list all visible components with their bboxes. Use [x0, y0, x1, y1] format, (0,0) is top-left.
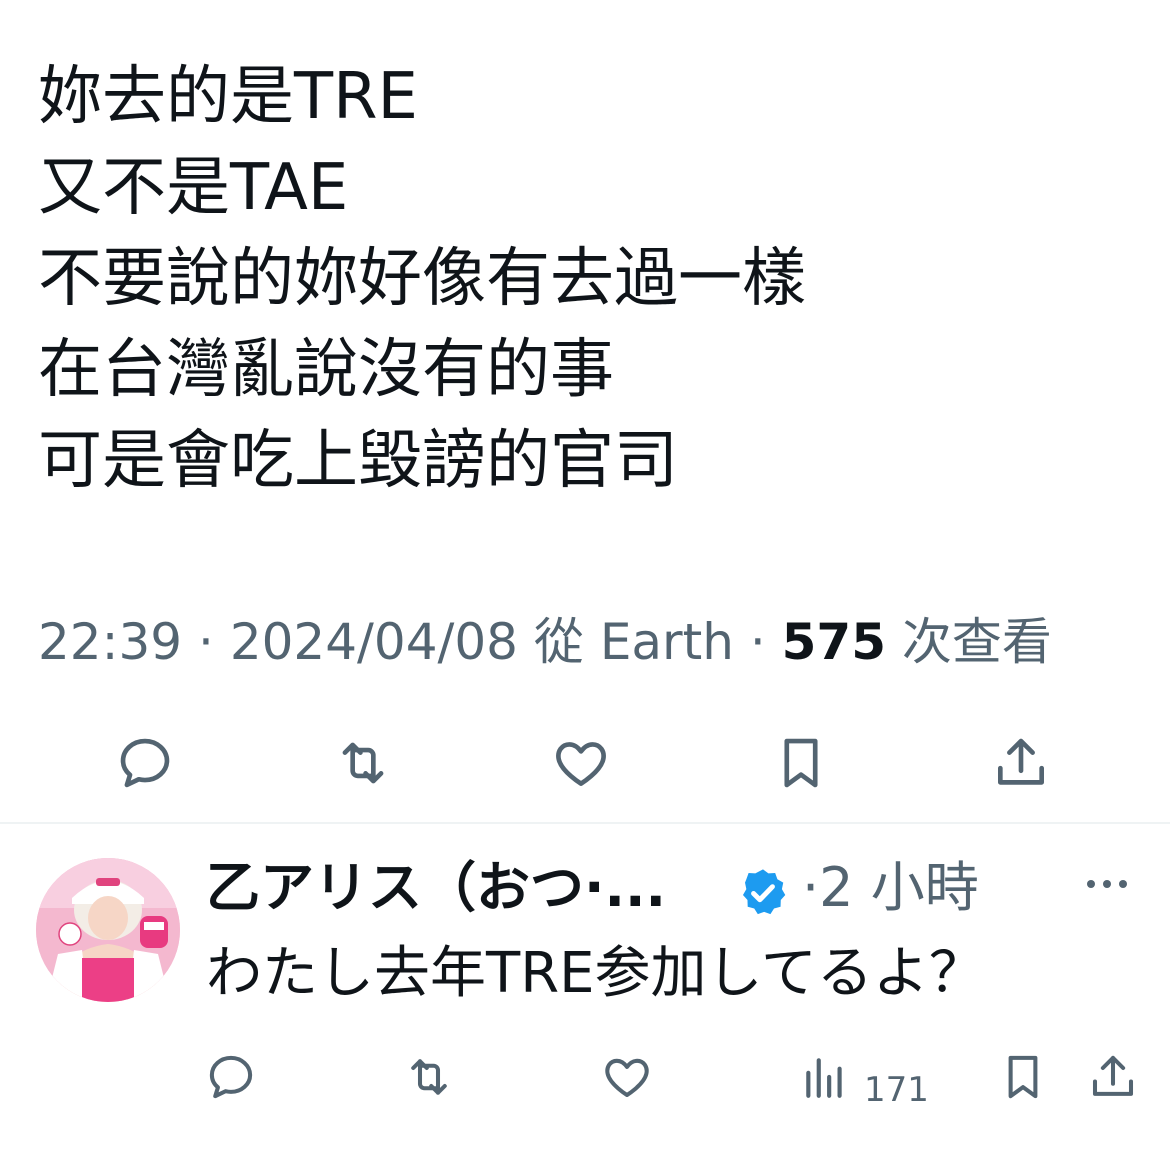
reply-time[interactable]: ·2 小時 [802, 848, 979, 928]
tweet-date[interactable]: 2024/04/08 [230, 613, 518, 671]
meta-separator: · [749, 613, 766, 671]
tweet-line: 在台灣亂說沒有的事 [38, 333, 614, 407]
retweet-icon[interactable] [400, 1050, 458, 1104]
reply-icon[interactable] [204, 1050, 258, 1104]
tweet-line: 不要說的妳好像有去過一樣 [38, 242, 806, 316]
reply-header: 乙アリス（おつ·... ·2 小時 [206, 848, 1026, 928]
reply-views-count: 171 [864, 1070, 929, 1110]
views-count: 575 [781, 613, 886, 671]
share-icon[interactable] [990, 732, 1052, 794]
bookmark-icon[interactable] [770, 732, 832, 794]
tweet-text: 妳去的是TRE 又不是TAE 不要說的妳好像有去過一樣 在台灣亂說沒有的事 可是… [38, 52, 1128, 507]
reply-icon[interactable] [114, 732, 176, 794]
meta-separator: · [198, 613, 214, 671]
avatar[interactable] [36, 858, 180, 1002]
bookmark-icon[interactable] [996, 1050, 1050, 1104]
share-icon[interactable] [1086, 1050, 1140, 1104]
like-icon[interactable] [600, 1050, 654, 1104]
tweet-line: 又不是TAE [38, 151, 349, 225]
reply-actions: 171 [0, 1040, 1170, 1110]
main-tweet: 妳去的是TRE 又不是TAE 不要說的妳好像有去過一樣 在台灣亂說沒有的事 可是… [0, 0, 1170, 822]
reply-tweet[interactable]: 乙アリス（おつ·... ·2 小時 わたし去年TRE参加してるよ？ 171 [0, 824, 1170, 1169]
tweet-actions [0, 720, 1170, 800]
reply-text: わたし去年TRE参加してるよ？ [206, 941, 985, 1006]
tweet-line: 可是會吃上毀謗的官司 [38, 424, 678, 498]
tweet-time[interactable]: 22:39 [38, 613, 182, 671]
verified-badge-icon[interactable] [736, 862, 790, 916]
tweet-meta: 22:39 · 2024/04/08 從 Earth · 575 次查看 [38, 598, 1098, 686]
meta-separator: · [802, 856, 820, 919]
like-icon[interactable] [550, 732, 612, 794]
tweet-line: 妳去的是TRE [38, 60, 418, 134]
source-prefix: 從 [533, 613, 584, 671]
tweet-source: Earth [599, 613, 734, 671]
reply-time-value: 2 小時 [819, 856, 979, 919]
retweet-icon[interactable] [330, 732, 396, 794]
reply-author-name[interactable]: 乙アリス（おつ·... [206, 848, 666, 928]
views-label: 次查看 [901, 613, 1052, 671]
views-icon[interactable] [800, 1052, 850, 1102]
more-options-icon[interactable] [1084, 874, 1130, 894]
